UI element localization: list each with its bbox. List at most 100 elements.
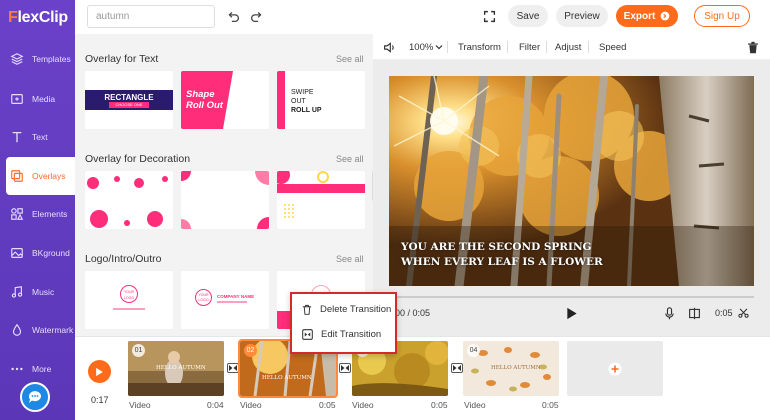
zoom-value: 100% [409, 41, 434, 53]
microphone-button[interactable] [663, 306, 675, 320]
filter-button[interactable]: Filter [519, 34, 540, 60]
sidebar-item-label: Text [32, 132, 48, 142]
text-icon [12, 131, 22, 143]
save-button[interactable]: Save [508, 5, 548, 27]
see-all-link[interactable]: See all [336, 254, 364, 264]
sidebar-item-bkground[interactable]: BKground [0, 234, 75, 272]
watermark-icon [12, 323, 22, 336]
transition-button-1[interactable] [227, 363, 239, 373]
edit-transition-item[interactable]: Edit Transition [302, 329, 381, 340]
transform-button[interactable]: Transform [458, 34, 501, 60]
card-text-line: Shape [186, 89, 215, 100]
logo-card-2[interactable]: YOUR LOGO COMPANY NAME [181, 271, 269, 329]
video-caption[interactable]: YOU ARE THE SECOND SPRING WHEN EVERY LEA… [401, 240, 603, 270]
delete-transition-item[interactable]: Delete Transition [302, 304, 391, 315]
transition-button-2[interactable] [339, 363, 351, 373]
speaker-icon [384, 41, 394, 53]
timeline-clip-1[interactable]: HELLO AUTUMN 01 [128, 341, 224, 396]
clip-number: 01 [132, 344, 145, 357]
sidebar-item-music[interactable]: Music [0, 273, 75, 311]
sidebar-item-elements[interactable]: Elements [0, 195, 75, 233]
zoom-select[interactable]: 100% [409, 34, 443, 60]
clip-type-label: Video [240, 400, 262, 410]
logo-placeholder: YOUR LOGO [195, 289, 212, 306]
redo-button[interactable] [249, 9, 263, 23]
app-logo[interactable]: FlexClip [8, 9, 68, 27]
delete-button[interactable] [747, 34, 759, 60]
overlay-card-dots[interactable] [85, 171, 173, 229]
sidebar-item-label: Watermark [32, 325, 74, 335]
section-title-logo-intro-outro: Logo/Intro/Outro [85, 253, 162, 265]
overlay-card-swipe-out[interactable]: SWIPE OUT ROLL UP [277, 71, 365, 129]
see-all-link[interactable]: See all [336, 154, 364, 164]
export-button[interactable]: Export [616, 5, 678, 27]
caption-line: YOU ARE THE SECOND SPRING [401, 241, 592, 253]
video-preview[interactable]: YOU ARE THE SECOND SPRING WHEN EVERY LEA… [389, 76, 754, 286]
play-button[interactable] [565, 306, 579, 320]
sidebar-item-text[interactable]: Text [0, 118, 75, 156]
adjust-button[interactable]: Adjust [555, 34, 581, 60]
clip-overlay-text: HELLO AUTUMN [262, 375, 312, 381]
sidebar-item-label: Music [32, 287, 55, 297]
clip-number: 04 [467, 344, 480, 357]
plus-icon [608, 361, 622, 376]
toolbar-divider [546, 41, 547, 53]
company-name: COMPANY NAME [217, 294, 255, 299]
microphone-icon [664, 306, 674, 319]
layers-icon [10, 53, 24, 65]
trim-button[interactable] [737, 306, 749, 320]
add-clip-button[interactable] [567, 341, 663, 396]
timeline-clip-4[interactable]: HELLO AUTUMN 04 [463, 341, 559, 396]
chat-icon [28, 391, 41, 403]
logo-card-1[interactable]: YOUR LOGO [85, 271, 173, 329]
sidebar-item-watermark[interactable]: Watermark [0, 311, 75, 349]
transition-button-3[interactable] [451, 363, 463, 373]
signup-button[interactable]: Sign Up [694, 5, 750, 27]
caption-line: WHEN EVERY LEAF IS A FLOWER [401, 256, 603, 268]
overlays-icon [11, 170, 23, 182]
card-stripe [277, 311, 291, 329]
play-icon [96, 367, 103, 376]
speed-button[interactable]: Speed [599, 34, 626, 60]
overlay-card-corner-shapes[interactable] [181, 171, 269, 229]
playback-progress[interactable] [389, 296, 754, 298]
sidebar-item-overlays[interactable]: Overlays [6, 157, 75, 195]
transition-icon [229, 365, 237, 371]
background-icon [11, 248, 23, 258]
overlay-card-rectangle[interactable]: RECTANGLE CHOOSE ONE [85, 71, 173, 129]
card-text-line: ROLL UP [291, 107, 322, 114]
timeline-play-button[interactable] [88, 360, 111, 383]
preview-button[interactable]: Preview [556, 5, 608, 27]
play-icon [567, 307, 577, 319]
card-text: RECTANGLE [104, 93, 154, 102]
see-all-link[interactable]: See all [336, 54, 364, 64]
scissors-icon [737, 308, 749, 318]
sidebar-item-label: Elements [32, 209, 68, 219]
split-screen-button[interactable] [687, 306, 701, 320]
transition-context-menu: Delete Transition Edit Transition [290, 292, 397, 354]
menu-item-label: Edit Transition [321, 329, 382, 340]
undo-button[interactable] [226, 9, 240, 23]
clip-duration: 0:05 [431, 400, 448, 410]
sidebar-item-label: Templates [32, 54, 71, 64]
clip-duration: 0:05 [319, 400, 336, 410]
card-text-line: SWIPE [291, 89, 314, 96]
volume-button[interactable] [383, 34, 396, 60]
chat-button[interactable] [20, 382, 50, 412]
overlay-card-bar-pattern[interactable] [277, 171, 365, 229]
logo-line [217, 301, 247, 303]
clip-duration: 0:04 [207, 400, 224, 410]
overlay-card-shape-roll-out[interactable]: Shape Roll Out [181, 71, 269, 129]
sidebar-item-media[interactable]: Media [0, 80, 75, 118]
fullscreen-icon [483, 10, 495, 22]
chevron-down-icon [435, 45, 443, 50]
split-icon [688, 307, 700, 319]
card-corner-art [181, 171, 269, 229]
timeline-total-time: 0:17 [91, 395, 109, 405]
fullscreen-button[interactable] [482, 9, 496, 23]
clip-duration: 0:05 [542, 400, 559, 410]
logo-line [113, 308, 145, 310]
undo-icon [228, 11, 239, 22]
sidebar-item-templates[interactable]: Templates [0, 40, 75, 78]
search-input[interactable] [87, 5, 215, 28]
